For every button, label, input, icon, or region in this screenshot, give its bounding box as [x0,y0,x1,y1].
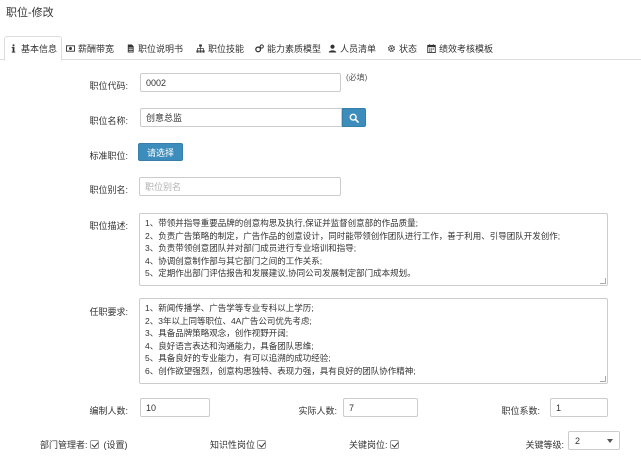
actual-input[interactable] [343,398,418,417]
tab-label: 能力素质模型 [267,43,322,54]
actual-label: 实际人数: [298,406,337,416]
description-textarea[interactable]: 1、带领并指导重要品牌的创意构思及执行,保证并监督创意部的作品质量; 2、负责广… [139,213,608,286]
requirement-line: 2、3年以上同等职位、4A广告公司优先考虑; [145,315,312,326]
knowledge-post-label: 知识性岗位 [210,440,256,450]
key-level-value: 2 [575,435,581,446]
tab-salary-band[interactable]: 薪酬带宽 [62,36,118,60]
dept-manager-row: 部门管理者: (设置) [40,438,128,451]
key-post-row: 关键岗位: [349,438,399,451]
dept-manager-setting-link[interactable]: (设置) [104,438,128,451]
code-label: 职位代码: [89,81,128,91]
tab-performance-template[interactable]: 绩效考核模板 [423,36,497,60]
key-post-checkbox[interactable] [389,440,399,449]
requirements-label: 任职要求: [89,307,128,317]
calendar-icon [427,43,436,53]
name-label: 职位名称: [89,116,128,126]
tab-label: 状态 [399,43,418,54]
tab-label: 职位技能 [208,43,245,54]
description-line: 1、带领并指导重要品牌的创意构思及执行,保证并监督创意部的作品质量; [145,218,418,228]
coefficient-input[interactable] [550,398,608,417]
name-search-button[interactable] [342,108,366,127]
tab-basic-info[interactable]: 基本信息 [4,36,63,61]
requirement-line: 4、良好语言表达和沟通能力，具备团队思维; [145,340,314,351]
tab-label: 薪酬带宽 [78,43,115,54]
info-icon [11,44,16,53]
gear-icon [387,44,396,52]
alias-input[interactable] [139,177,341,196]
tab-label: 人员清单 [340,43,377,54]
tab-personnel-list[interactable]: 人员清单 [324,36,380,60]
name-input[interactable] [140,108,342,127]
user-icon [328,44,337,53]
description-label: 职位描述: [89,221,128,231]
headcount-label: 编制人数: [89,406,128,416]
tab-status[interactable]: 状态 [383,36,421,60]
key-post-label: 关键岗位: [349,440,388,450]
knowledge-post-checkbox[interactable] [257,440,267,449]
description-line: 3、负责带领创意团队并对部门成员进行专业培训和指导; [145,243,357,253]
dept-manager-label: 部门管理者: [40,440,88,450]
resize-handle[interactable] [600,278,606,284]
tab-label: 绩效考核模板 [439,43,494,54]
requirement-line: 1、新闻传播学、广告学等专业专科以上学历; [145,303,314,313]
tab-label: 职位说明书 [138,43,184,54]
search-icon [349,113,359,123]
choose-standard-button[interactable]: 请选择 [138,143,184,161]
dept-manager-checkbox[interactable] [89,440,99,449]
headcount-input[interactable] [140,398,210,417]
resize-handle[interactable] [600,376,606,382]
sitemap-icon [196,43,205,53]
requirement-line: 6、创作欲望强烈，创意构思独特、表现力强，具有良好的团队协作精神; [145,365,416,376]
tab-job-skills[interactable]: 职位技能 [192,36,248,60]
chevron-down-icon [607,438,613,443]
requirement-line: 3、具备品牌策略观念，创作视野开阔; [145,328,289,338]
requirement-line: 5、具备良好的专业能力，有可以追溯的成功经验; [145,353,331,363]
tab-label: 基本信息 [21,44,58,54]
key-level-label: 关键等级: [525,440,564,450]
coefficient-label: 职位系数: [501,406,540,416]
standard-label: 标准职位: [89,151,128,161]
required-hint: (必填) [346,73,368,82]
key-level-select[interactable]: 2 [568,431,620,450]
alias-label: 职位别名: [89,185,128,195]
tab-competency-model[interactable]: 能力素质模型 [251,36,325,60]
requirements-textarea[interactable]: 1、新闻传播学、广告学等专业专科以上学历; 2、3年以上同等职位、4A广告公司优… [139,298,608,384]
description-line: 4、协调创意制作部与其它部门之间的工作关系; [145,255,323,266]
tab-job-description[interactable]: 职位说明书 [122,36,187,60]
code-input[interactable] [140,73,341,92]
file-icon [127,43,134,53]
knowledge-post-row: 知识性岗位 [210,438,267,451]
page-title: 职位-修改 [6,7,54,19]
description-line: 2、负责广告策略的制定，广告作品的创意设计，同时能带领创作团队进行工作，善于利用… [145,230,561,241]
description-line: 5、定期作出部门评估报告和发展建议,协同公司发展制定部门成本规划。 [145,268,416,278]
gears-icon [255,43,264,52]
money-icon [66,44,75,52]
tab-bar: 基本信息 薪酬带宽 职位说明书 职位技能 能力素质模型 人员清单 状态 绩效考核… [0,36,641,61]
